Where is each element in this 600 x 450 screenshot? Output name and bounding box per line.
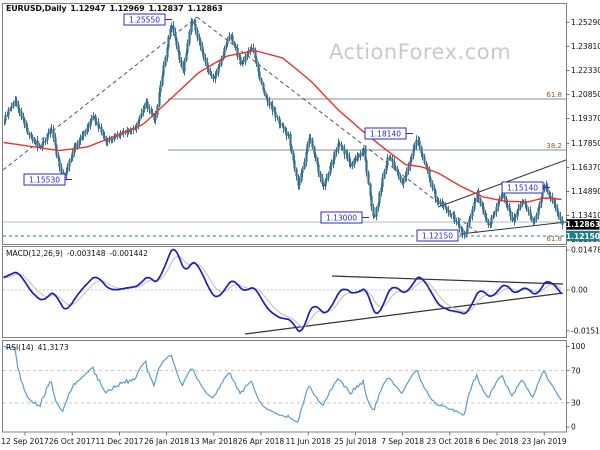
x-axis-label-1: 26 Oct 2017 <box>49 437 96 446</box>
macd-trendline-1 <box>244 292 564 335</box>
x-axis-label-8: 7 Sep 2018 <box>381 437 424 446</box>
teal-level-tag-text: 1.12150 <box>566 232 600 241</box>
x-axis-label-11: 23 Jan 2019 <box>522 437 567 446</box>
rsi-axis-label-0: 100 <box>571 342 586 351</box>
annotation-1.15530: 1.15530 <box>23 173 72 186</box>
price-axis-label-3: 1.20850 <box>571 90 600 99</box>
rsi-axis-label-1: 70 <box>571 366 581 375</box>
x-axis-label-3: 26 Jan 2018 <box>144 437 189 446</box>
price-axis-label-2: 1.22330 <box>571 66 600 75</box>
rsi-axis-label-3: 0 <box>571 423 576 432</box>
rsi-panel <box>3 345 566 423</box>
high-value: 1.12969 <box>109 4 145 13</box>
macd-signal-value: -0.001442 <box>109 249 148 258</box>
rsi-name: RSI(14) <box>6 343 34 352</box>
macd-trendline-0 <box>331 275 564 285</box>
macd-signal-line <box>3 255 562 328</box>
x-axis-label-10: 6 Dec 2018 <box>475 437 518 446</box>
annotation-1.18140: 1.18140 <box>364 127 413 140</box>
annotation-text: 1.13000 <box>326 214 357 223</box>
forex-chart: ActionForex.com 61.8 38.2 61.8 1.25550 1.1553… <box>0 0 600 450</box>
annotation-text: 1.18140 <box>370 130 401 139</box>
rsi-axis-label-2: 30 <box>571 398 581 407</box>
main-panel: ActionForex.com 61.8 38.2 61.8 1.25550 1.1553… <box>3 13 566 243</box>
rsi-label: RSI(14) 41.3173 <box>6 343 69 352</box>
fib-label-2: 61.8 <box>546 235 562 243</box>
close-value: 1.12863 <box>187 4 223 13</box>
annotation-text: 1.12150 <box>422 232 453 241</box>
price-axis-label-6: 1.16370 <box>571 163 600 172</box>
price-axis-label-1: 1.23810 <box>571 42 600 51</box>
annotation-text: 1.15140 <box>507 184 538 193</box>
x-axis-label-5: 26 Apr 2018 <box>238 437 285 446</box>
x-axis-label-0: 12 Sep 2017 <box>1 437 49 446</box>
macd-axis-label-0: 0.014786 <box>571 246 600 255</box>
macd-value: -0.003148 <box>66 249 106 258</box>
rsi-line <box>3 345 562 423</box>
annotation-1.13000: 1.13000 <box>320 211 369 224</box>
price-axis-label-7: 1.14890 <box>571 187 600 196</box>
price-axis-label-4: 1.19370 <box>571 114 600 123</box>
fib-label-1: 38.2 <box>546 142 562 150</box>
x-axis-label-6: 11 Jun 2018 <box>286 437 331 446</box>
teal-level-tag: 1.12150 <box>566 230 600 242</box>
open-value: 1.12947 <box>70 4 106 13</box>
price-axis-label-5: 1.17850 <box>571 139 600 148</box>
macd-axis-label-2: -0.015107 <box>571 326 600 335</box>
current-price-tag: 1.12863 <box>566 219 600 230</box>
annotation-1.25550: 1.25550 <box>123 13 172 26</box>
macd-axis-label-1: 0.00 <box>571 286 588 295</box>
price-axis-label-0: 1.25290 <box>571 18 600 27</box>
annotation-text: 1.15530 <box>29 176 60 185</box>
macd-panel <box>3 248 566 335</box>
price-axis-label-8: 1.13410 <box>571 211 600 220</box>
watermark-text: ActionForex.com <box>329 40 511 64</box>
symbol-period: EURUSD,Daily <box>6 4 67 13</box>
x-axis-label-7: 25 Jul 2018 <box>334 437 377 446</box>
x-axis-label-4: 13 Mar 2018 <box>190 437 238 446</box>
annotation-text: 1.25550 <box>129 16 160 25</box>
wedge-trendline-1 <box>459 221 566 235</box>
rsi-value: 41.3173 <box>37 343 69 352</box>
x-axis-label-9: 23 Oct 2018 <box>427 437 474 446</box>
annotation-1.15140: 1.15140 <box>501 181 550 194</box>
low-value: 1.12837 <box>148 4 184 13</box>
macd-name: MACD(12,26,9) <box>6 249 63 258</box>
chart-title: EURUSD,Daily 1.12947 1.12969 1.12837 1.12863 <box>6 4 223 13</box>
fib-label-0: 61.8 <box>546 91 562 99</box>
annotation-1.12150: 1.12150 <box>416 229 459 242</box>
current-price-tag-text: 1.12863 <box>566 220 600 229</box>
macd-label: MACD(12,26,9) -0.003148 -0.001442 <box>6 249 148 258</box>
chart-canvas: ActionForex.com 61.8 38.2 61.8 1.25550 1.1553… <box>1 3 600 446</box>
x-axis-label-2: 11 Dec 2017 <box>95 437 143 446</box>
